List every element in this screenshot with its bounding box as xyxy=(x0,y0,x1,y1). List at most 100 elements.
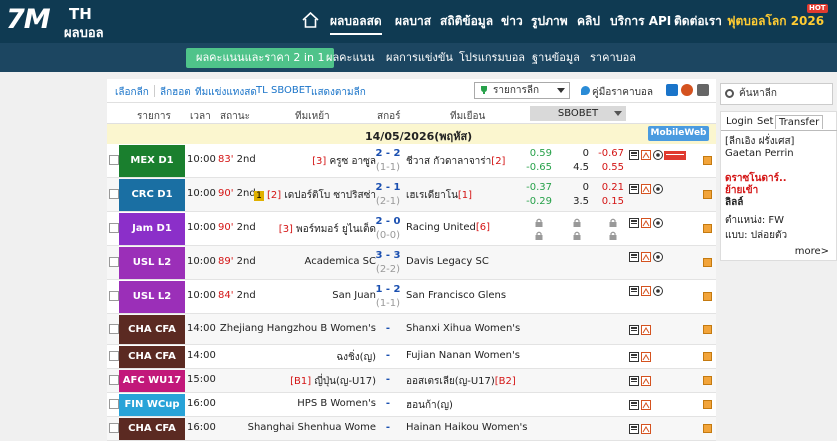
favorite-icon[interactable] xyxy=(703,258,712,267)
match-row[interactable]: FIN WCup 16:00 HPS B Women's - ฮอนก้า(ญ) xyxy=(107,393,716,417)
ball-icon[interactable] xyxy=(653,150,663,160)
settings-icon[interactable] xyxy=(666,84,678,96)
odds-value[interactable]: 3.5 xyxy=(559,196,589,207)
match-score[interactable]: - xyxy=(372,323,404,334)
league-badge[interactable]: CRC D1 xyxy=(119,179,185,211)
sound-icon[interactable] xyxy=(697,84,709,96)
ball-icon[interactable] xyxy=(653,252,663,262)
transfer-to-team[interactable]: ลิลล์ xyxy=(725,197,833,209)
match-score[interactable]: 2 - 0 xyxy=(372,216,404,227)
ball-icon[interactable] xyxy=(653,184,663,194)
league-badge[interactable]: CHA CFA xyxy=(119,346,185,368)
stats-icon[interactable] xyxy=(629,400,639,410)
league-badge[interactable]: MEX D1 xyxy=(119,145,185,177)
league-badge[interactable]: AFC WU17 xyxy=(119,370,185,392)
ball-icon[interactable] xyxy=(653,286,663,296)
league-badge[interactable]: Jam D1 xyxy=(119,213,185,245)
match-checkbox[interactable] xyxy=(109,423,119,433)
tab-transfer[interactable]: Transfer xyxy=(775,115,824,129)
stats-icon[interactable] xyxy=(629,352,639,362)
away-team[interactable]: ฮอนก้า(ญ) xyxy=(406,398,453,413)
analysis-icon[interactable] xyxy=(641,218,651,228)
stats-icon[interactable] xyxy=(629,252,639,262)
filter-tl[interactable]: TL xyxy=(256,85,268,96)
subnav-database[interactable]: ฐานข้อมูล xyxy=(532,48,580,68)
nav-api[interactable]: บริการ API xyxy=(610,10,671,32)
match-checkbox[interactable] xyxy=(109,257,119,267)
odds-value[interactable]: -0.29 xyxy=(522,196,552,207)
odds-value[interactable]: -0.65 xyxy=(522,162,552,173)
match-checkbox[interactable] xyxy=(109,324,119,334)
match-row[interactable]: CHA CFA 14:00 ฉงชิ่ง(ญ) - Fujian Nanan Wome… xyxy=(107,345,716,369)
home-team[interactable]: San Juan xyxy=(332,290,376,301)
ball-icon[interactable] xyxy=(653,218,663,228)
match-score[interactable]: 1 - 2 xyxy=(372,284,404,295)
home-team[interactable]: 1 [2] เดปอร์ติโบ ซาปริสซ่า xyxy=(254,188,376,203)
away-team[interactable]: ชีวาส กัวดาลาจาร่า[2] xyxy=(406,154,505,169)
nav-world-cup[interactable]: ฟุตบอลโลก 2026 xyxy=(727,10,824,32)
odds-provider-dropdown[interactable]: SBOBET xyxy=(530,106,626,121)
match-row[interactable]: USL L2 10:00 89' 2nd Academica SC 3 - 3 (2-2… xyxy=(107,246,716,280)
home-team[interactable]: Zhejiang Hangzhou B Women's xyxy=(220,323,376,334)
away-team[interactable]: Fujian Nanan Women's xyxy=(406,350,520,361)
nav-stats[interactable]: สถิติข้อมูล xyxy=(440,10,493,32)
favorite-icon[interactable] xyxy=(703,190,712,199)
odds-value[interactable]: 0.59 xyxy=(522,148,552,159)
stats-icon[interactable] xyxy=(629,286,639,296)
site-logo[interactable]: 7M TH ผลบอล xyxy=(6,4,114,41)
analysis-icon[interactable] xyxy=(641,252,651,262)
match-score[interactable]: - xyxy=(372,398,404,409)
league-badge[interactable]: CHA CFA xyxy=(119,315,185,344)
subnav-2in1[interactable]: ผลคะแนนและราคา 2 in 1 xyxy=(186,48,335,68)
away-team[interactable]: Shanxi Xihua Women's xyxy=(406,323,520,334)
league-badge[interactable]: USL L2 xyxy=(119,247,185,279)
subnav-fixtures[interactable]: โปรแกรมบอล xyxy=(459,48,525,68)
mobile-web-button[interactable]: MobileWeb xyxy=(648,126,709,141)
home-team[interactable]: HPS B Women's xyxy=(297,398,376,409)
favorite-icon[interactable] xyxy=(703,325,712,334)
match-score[interactable]: - xyxy=(372,374,404,385)
home-team[interactable]: ฉงชิ่ง(ญ) xyxy=(336,350,376,365)
away-team[interactable]: Davis Legacy SC xyxy=(406,256,489,267)
odds-value[interactable]: 0.15 xyxy=(594,196,624,207)
away-team[interactable]: เฮเรเดียาโน[1] xyxy=(406,188,472,203)
match-row[interactable]: MEX D1 10:00 83' 2nd [3] ครูซ อาซูล 2 - 2 (1-… xyxy=(107,144,716,178)
live-tv-icon[interactable] xyxy=(664,151,686,160)
away-team[interactable]: Hainan Haikou Women's xyxy=(406,422,528,433)
match-row[interactable]: USL L2 10:00 84' 2nd San Juan 1 - 2 (1-1) San… xyxy=(107,280,716,314)
home-team[interactable]: [3] พอร์ทมอร์ ยูไนเต็ด xyxy=(279,222,376,237)
home-team[interactable]: [3] ครูซ อาซูล xyxy=(312,154,376,169)
nav-clips[interactable]: คลิป xyxy=(577,10,600,32)
stats-icon[interactable] xyxy=(629,218,639,228)
odds-value[interactable]: -0.37 xyxy=(522,182,552,193)
league-badge[interactable]: FIN WCup xyxy=(119,394,185,416)
match-checkbox[interactable] xyxy=(109,155,119,165)
stats-icon[interactable] xyxy=(629,184,639,194)
odds-value[interactable]: 0 xyxy=(559,148,589,159)
home-team[interactable]: [B1] ญี่ปุ่น(ญ-U17) xyxy=(290,374,376,389)
nav-news[interactable]: ข่าว xyxy=(501,10,523,32)
odds-guide-link[interactable]: คู่มือราคาบอล xyxy=(581,85,653,100)
tab-set[interactable]: Set xyxy=(754,115,776,129)
match-row[interactable]: AFC WU17 15:00 [B1] ญี่ปุ่น(ญ-U17) - ออสเตร… xyxy=(107,369,716,393)
odds-value[interactable]: 4.5 xyxy=(559,162,589,173)
stats-icon[interactable] xyxy=(629,424,639,434)
match-checkbox[interactable] xyxy=(109,351,119,361)
nav-basketball[interactable]: ผลบาส xyxy=(395,10,431,32)
match-row[interactable]: CHA CFA 16:00 Shanghai Shenhua Wome - Haina… xyxy=(107,417,716,441)
league-search-input[interactable]: ค้นหาลีก xyxy=(720,83,833,105)
analysis-icon[interactable] xyxy=(641,352,651,362)
away-team[interactable]: Racing United[6] xyxy=(406,222,490,233)
filter-live-teams[interactable]: ทีมแข่งแทงสด xyxy=(195,85,257,100)
nav-photos[interactable]: รูปภาพ xyxy=(531,10,568,32)
analysis-icon[interactable] xyxy=(641,150,651,160)
subnav-score[interactable]: ผลคะแนน xyxy=(326,48,375,68)
transfer-from-team[interactable]: ดราซโนดาร์.. xyxy=(725,173,833,185)
analysis-icon[interactable] xyxy=(641,184,651,194)
match-checkbox[interactable] xyxy=(109,189,119,199)
favorite-icon[interactable] xyxy=(703,400,712,409)
subnav-odds[interactable]: ราคาบอล xyxy=(590,48,636,68)
tab-login[interactable]: Login xyxy=(723,115,756,129)
subnav-results[interactable]: ผลการแข่งขัน xyxy=(386,48,453,68)
odds-value[interactable]: 0.55 xyxy=(594,162,624,173)
